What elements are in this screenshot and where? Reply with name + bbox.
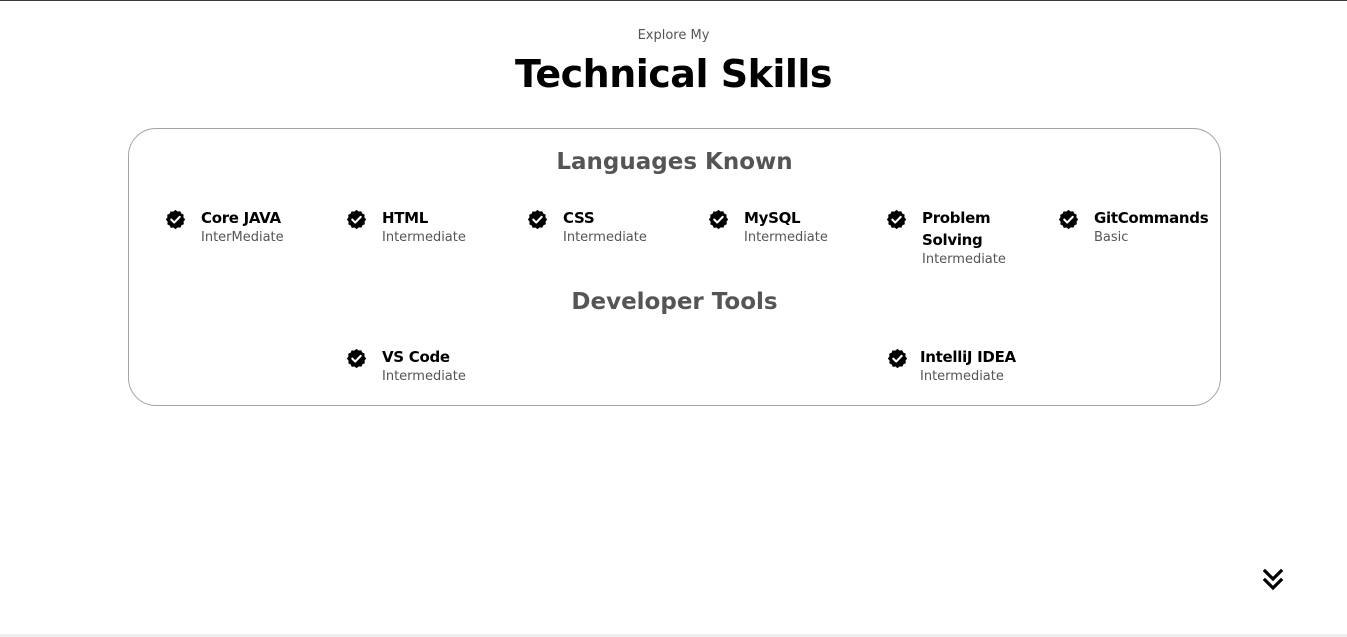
skill-name: HTML bbox=[382, 209, 429, 227]
double-chevron-down-icon bbox=[1262, 568, 1284, 591]
skill-name: Problem Solving bbox=[922, 209, 991, 249]
skill-problem-solving: Problem Solving Intermediate bbox=[886, 207, 1006, 269]
verified-check-icon bbox=[886, 209, 907, 230]
skill-level: Intermediate bbox=[382, 369, 466, 384]
verified-check-icon bbox=[887, 348, 908, 369]
verified-check-icon bbox=[527, 209, 548, 230]
skill-core-java: Core JAVA InterMediate bbox=[165, 207, 284, 247]
verified-check-icon bbox=[1058, 209, 1079, 230]
skill-level: Intermediate bbox=[920, 369, 1004, 384]
skill-level: InterMediate bbox=[201, 230, 284, 245]
skill-vs-code: VS Code Intermediate bbox=[346, 346, 466, 386]
skill-css: CSS Intermediate bbox=[527, 207, 647, 247]
skill-level: Intermediate bbox=[382, 230, 466, 245]
skill-name: CSS bbox=[563, 209, 595, 227]
skill-level: Intermediate bbox=[563, 230, 647, 245]
skill-name: MySQL bbox=[744, 209, 801, 227]
skill-level: Intermediate bbox=[744, 230, 828, 245]
skill-gitcommands: GitCommands Basic bbox=[1058, 207, 1209, 247]
section-subtitle: Explore My bbox=[637, 28, 710, 43]
skills-card: Languages Known Core JAVA InterMediate H… bbox=[128, 128, 1221, 406]
verified-check-icon bbox=[346, 348, 367, 369]
scroll-down-button[interactable] bbox=[1262, 568, 1284, 592]
skill-level: Basic bbox=[1094, 230, 1129, 245]
skill-name: GitCommands bbox=[1094, 209, 1209, 227]
skill-name: VS Code bbox=[382, 348, 450, 366]
verified-check-icon bbox=[346, 209, 367, 230]
skills-section: Explore My Technical Skills Languages Kn… bbox=[0, 0, 1347, 634]
skill-intellij-idea: IntelliJ IDEA Intermediate bbox=[887, 346, 1016, 386]
skill-mysql: MySQL Intermediate bbox=[708, 207, 828, 247]
languages-title: Languages Known bbox=[556, 149, 793, 175]
skill-name: IntelliJ IDEA bbox=[920, 348, 1016, 366]
skill-html: HTML Intermediate bbox=[346, 207, 466, 247]
developer-tools-title: Developer Tools bbox=[571, 289, 778, 315]
section-title: Technical Skills bbox=[514, 52, 833, 96]
skill-name: Core JAVA bbox=[201, 209, 281, 227]
skill-level: Intermediate bbox=[922, 252, 1006, 267]
verified-check-icon bbox=[708, 209, 729, 230]
verified-check-icon bbox=[165, 209, 186, 230]
